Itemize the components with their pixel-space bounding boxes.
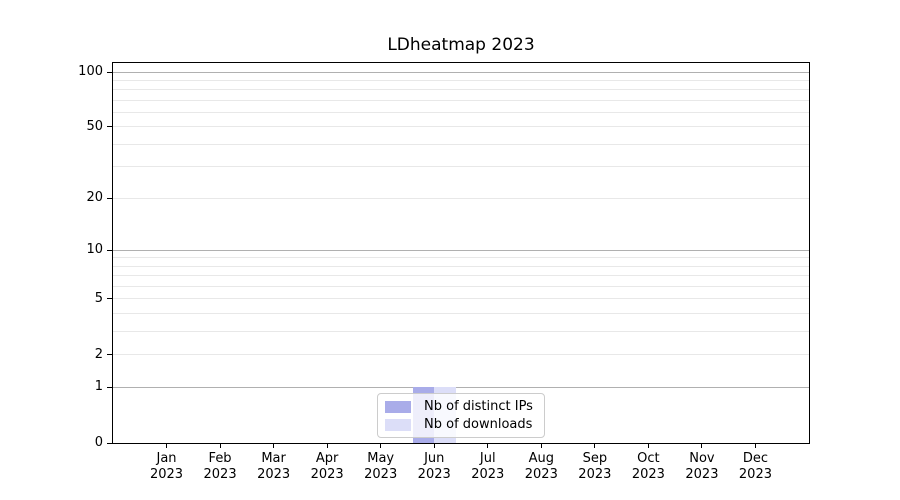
legend-swatch: [385, 419, 411, 431]
gridline-minor: [113, 80, 809, 81]
x-tick-mark: [541, 443, 542, 448]
chart-title: LDheatmap 2023: [112, 35, 810, 55]
y-tick-label: 0: [59, 436, 103, 450]
gridline-minor: [113, 331, 809, 332]
gridline-minor: [113, 166, 809, 167]
x-tick-mark: [166, 443, 167, 448]
y-tick-label: 10: [59, 243, 103, 257]
y-tick-mark: [107, 298, 112, 299]
y-tick-label: 50: [59, 120, 103, 134]
gridline-minor: [113, 266, 809, 267]
gridline-minor: [113, 313, 809, 314]
x-tick-mark: [273, 443, 274, 448]
y-tick-mark: [107, 443, 112, 444]
gridline-minor: [113, 298, 809, 299]
legend-label: Nb of downloads: [424, 417, 532, 432]
gridline-major: [113, 72, 809, 73]
gridline-major: [113, 387, 809, 388]
y-tick-label: 1: [59, 380, 103, 394]
y-tick-mark: [107, 126, 112, 127]
gridline-minor: [113, 257, 809, 258]
x-tick-mark: [380, 443, 381, 448]
legend: Nb of distinct IPs Nb of downloads: [377, 393, 545, 438]
gridline-minor: [113, 354, 809, 355]
x-tick-mark: [487, 443, 488, 448]
gridline-minor: [113, 126, 809, 127]
y-tick-mark: [107, 198, 112, 199]
plot-area: [112, 62, 810, 444]
legend-swatch: [385, 401, 411, 413]
gridline-minor: [113, 144, 809, 145]
y-tick-label: 20: [59, 191, 103, 205]
y-tick-mark: [107, 354, 112, 355]
y-tick-mark: [107, 387, 112, 388]
gridline-minor: [113, 198, 809, 199]
chart-figure: LDheatmap 2023 0125102050100Jan 2023Feb …: [0, 0, 900, 500]
legend-label: Nb of distinct IPs: [424, 399, 533, 414]
x-tick-mark: [755, 443, 756, 448]
y-tick-label: 2: [59, 348, 103, 362]
legend-item: Nb of distinct IPs: [385, 399, 535, 414]
gridline-minor: [113, 112, 809, 113]
gridline-major: [113, 250, 809, 251]
y-tick-mark: [107, 72, 112, 73]
gridline-minor: [113, 100, 809, 101]
gridline-minor: [113, 286, 809, 287]
gridline-minor: [113, 89, 809, 90]
y-tick-label: 5: [59, 292, 103, 306]
y-tick-label: 100: [59, 65, 103, 79]
x-tick-mark: [701, 443, 702, 448]
x-tick-mark: [434, 443, 435, 448]
gridline-minor: [113, 275, 809, 276]
x-tick-mark: [594, 443, 595, 448]
x-tick-mark: [220, 443, 221, 448]
x-tick-mark: [648, 443, 649, 448]
y-tick-mark: [107, 250, 112, 251]
x-tick-mark: [327, 443, 328, 448]
x-tick-label: Dec 2023: [723, 451, 787, 483]
legend-item: Nb of downloads: [385, 417, 535, 432]
